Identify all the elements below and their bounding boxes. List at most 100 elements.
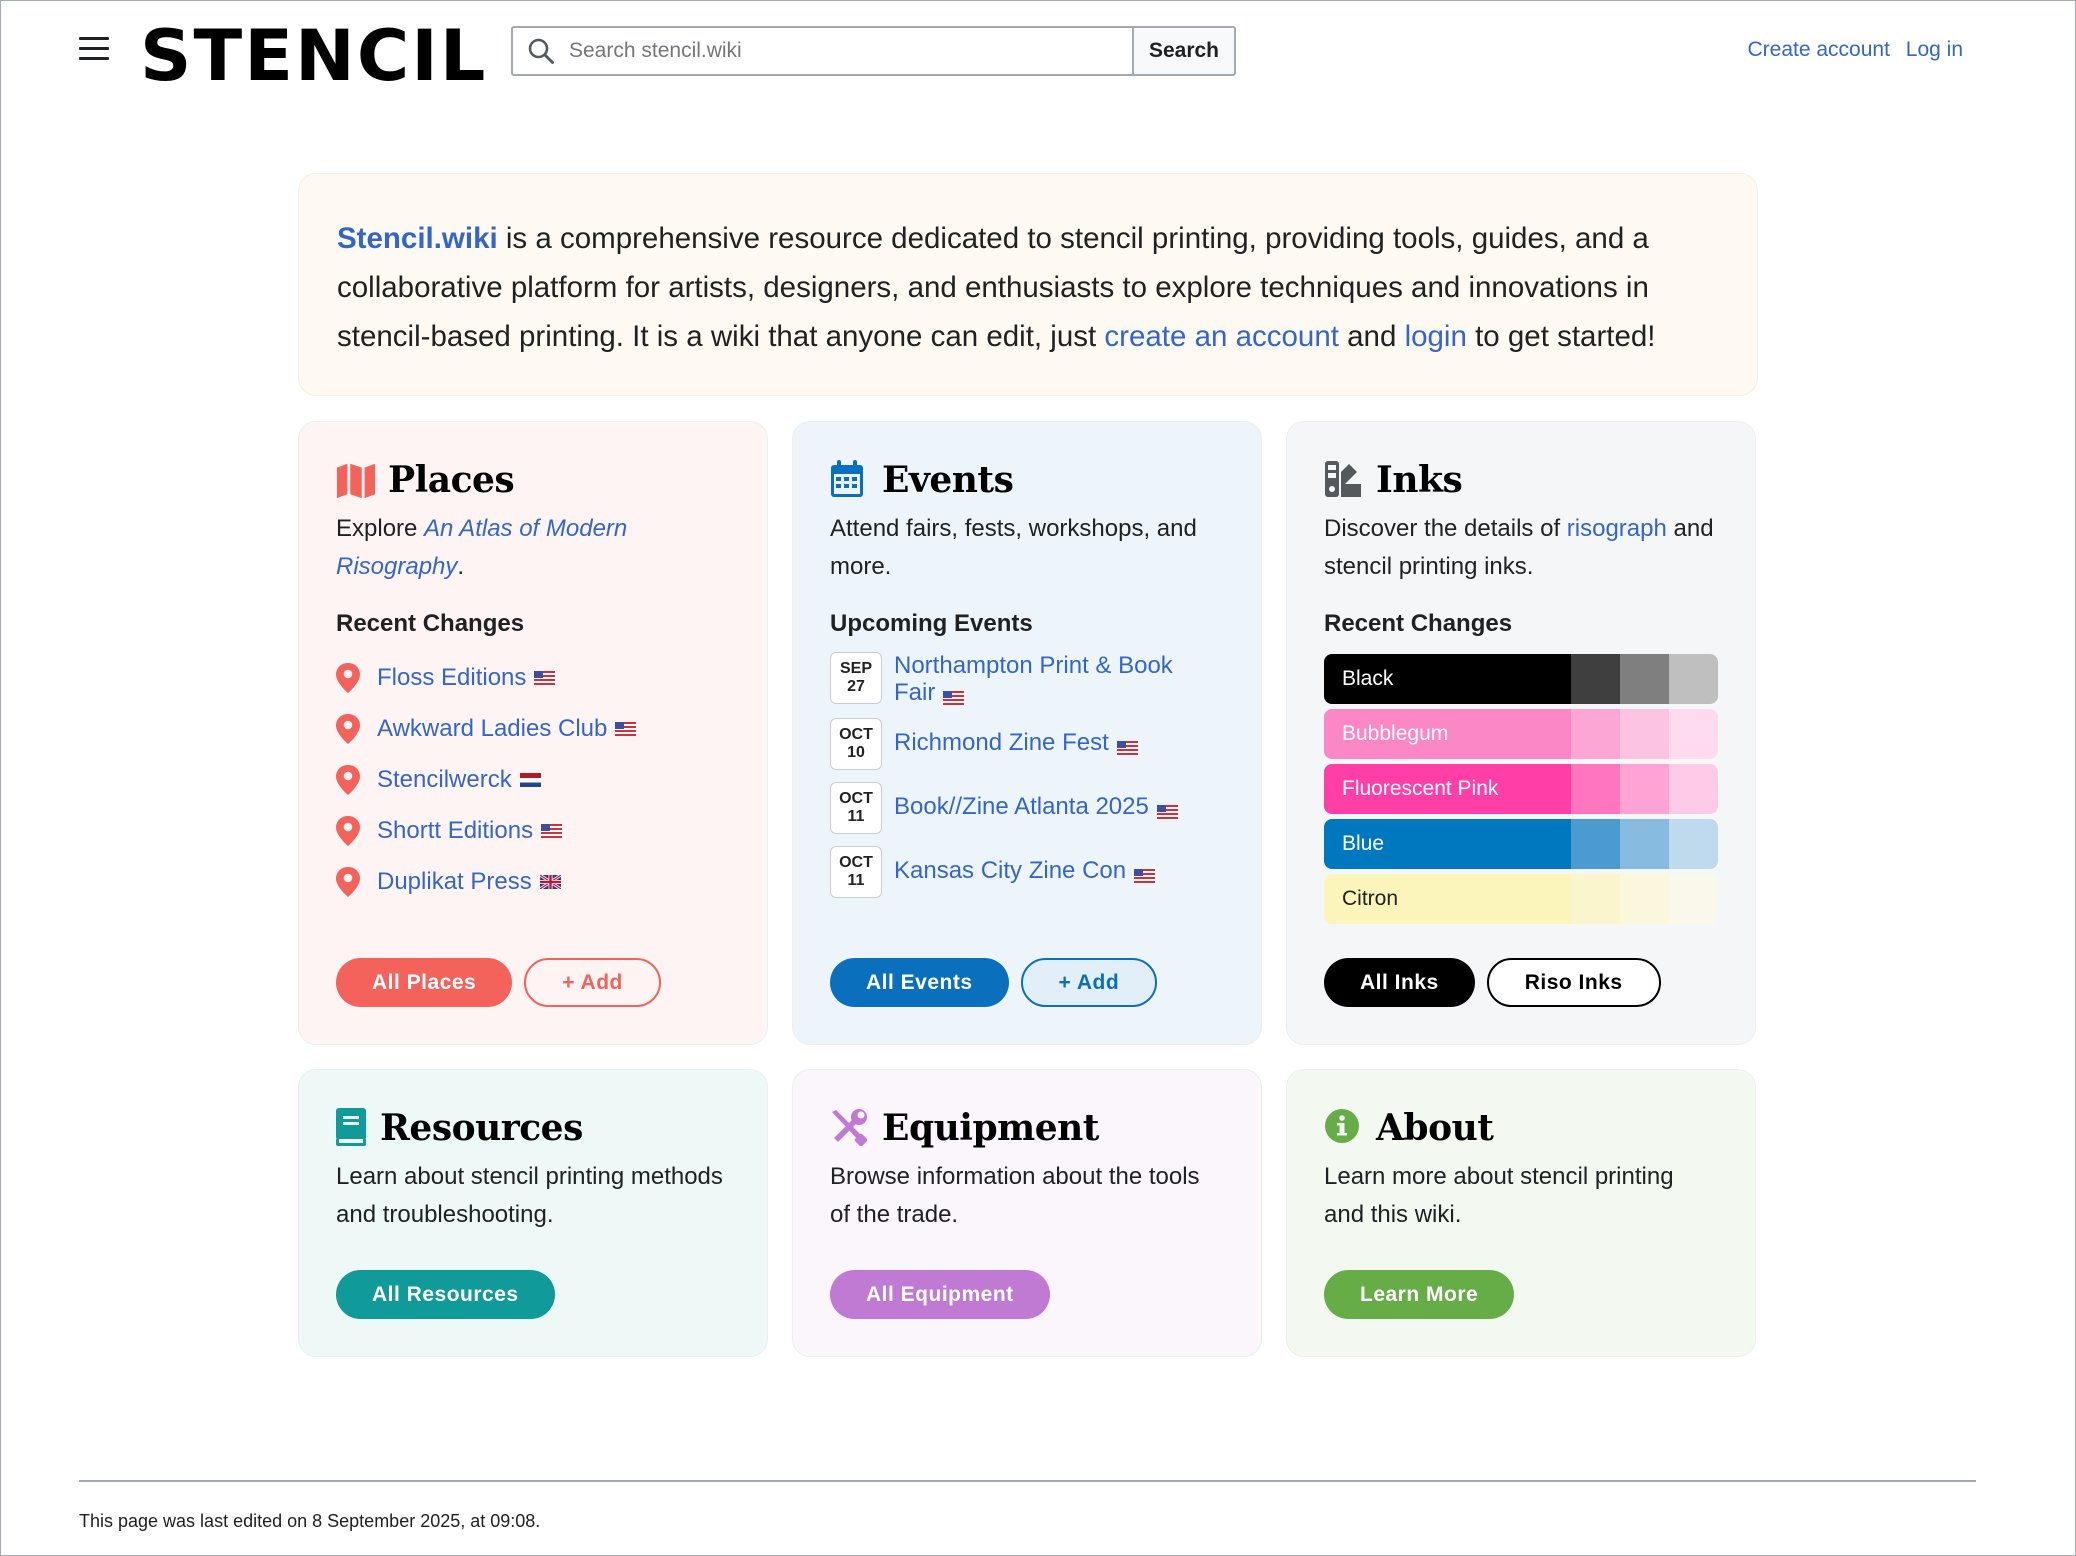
- events-description: Attend fairs, fests, workshops, and more…: [830, 515, 1197, 580]
- equipment-title: Equipment: [882, 1107, 1099, 1149]
- event-list-item: OCT 10 Richmond Zine Fest: [830, 718, 1224, 770]
- intro-banner: Stencil.wiki is a comprehensive resource…: [298, 173, 1758, 396]
- tools-icon: [830, 1108, 870, 1148]
- login-inline-link[interactable]: login: [1405, 320, 1467, 353]
- flag-us-icon: [615, 721, 637, 736]
- flag-us-icon: [1156, 801, 1178, 819]
- risograph-link[interactable]: risograph: [1567, 515, 1667, 542]
- ink-tint-swatch: [1620, 764, 1670, 814]
- inks-description: Discover the details of risograph and st…: [1324, 510, 1718, 586]
- event-link[interactable]: Book//Zine Atlanta 2025: [894, 793, 1149, 820]
- places-subheading: Recent Changes: [336, 610, 525, 637]
- login-link[interactable]: Log in: [1906, 38, 1963, 61]
- ink-name: Bubblegum: [1324, 709, 1572, 759]
- event-list-item: SEP 27 Northampton Print & Book Fair: [830, 652, 1224, 706]
- place-list-item: Awkward Ladies Club: [336, 703, 730, 754]
- resources-title: Resources: [380, 1107, 583, 1149]
- ink-name: Blue: [1324, 819, 1572, 869]
- all-equipment-button[interactable]: All Equipment: [830, 1270, 1050, 1319]
- about-buttons: Learn More: [1324, 1270, 1526, 1319]
- place-list-item: Duplikat Press: [336, 856, 730, 907]
- events-card: Events Attend fairs, fests, workshops, a…: [792, 421, 1262, 1045]
- flag-us-icon: [1116, 737, 1138, 755]
- add-event-button[interactable]: + Add: [1020, 958, 1158, 1007]
- place-list-item: Shortt Editions: [336, 805, 730, 856]
- search-input[interactable]: [569, 28, 1132, 74]
- ink-row[interactable]: Fluorescent Pink: [1324, 764, 1718, 814]
- riso-inks-button[interactable]: Riso Inks: [1486, 958, 1661, 1007]
- all-events-button[interactable]: All Events: [830, 958, 1009, 1007]
- about-card: About Learn more about stencil printing …: [1286, 1069, 1756, 1357]
- places-buttons: All Places + Add: [336, 958, 673, 1007]
- ink-name: Black: [1324, 654, 1572, 704]
- place-link[interactable]: Duplikat Press: [377, 868, 532, 896]
- all-resources-button[interactable]: All Resources: [336, 1270, 555, 1319]
- event-link[interactable]: Northampton Print & Book Fair: [894, 652, 1173, 706]
- event-month: SEP: [839, 660, 872, 677]
- ink-name: Fluorescent Pink: [1324, 764, 1572, 814]
- resources-buttons: All Resources: [336, 1270, 567, 1319]
- event-link[interactable]: Kansas City Zine Con: [894, 857, 1126, 884]
- ink-row[interactable]: Bubblegum: [1324, 709, 1718, 759]
- intro-text: and: [1338, 320, 1405, 353]
- ink-tint-swatch: [1571, 764, 1621, 814]
- ink-tint-swatch: [1571, 874, 1621, 924]
- place-link[interactable]: Shortt Editions: [377, 817, 533, 845]
- events-buttons: All Events + Add: [830, 958, 1169, 1007]
- events-list: SEP 27 Northampton Print & Book Fair OCT 10 R…: [830, 652, 1224, 898]
- flag-us-icon: [943, 687, 965, 705]
- flag-us-icon: [534, 670, 556, 685]
- swatchbook-icon: [1324, 460, 1364, 500]
- about-description: Learn more about stencil printing and th…: [1324, 1163, 1674, 1228]
- inks-subheading: Recent Changes: [1324, 610, 1513, 637]
- equipment-card: Equipment Browse information about the t…: [792, 1069, 1262, 1357]
- flag-gb-icon: [538, 873, 562, 890]
- places-title: Places: [388, 459, 515, 501]
- ink-tint-swatch: [1620, 654, 1670, 704]
- event-link[interactable]: Richmond Zine Fest: [894, 729, 1109, 756]
- place-link[interactable]: Awkward Ladies Club: [377, 715, 607, 743]
- all-places-button[interactable]: All Places: [336, 958, 513, 1007]
- ink-row[interactable]: Citron: [1324, 874, 1718, 924]
- site-logo[interactable]: STENCIL: [140, 15, 487, 97]
- event-day: 11: [847, 808, 865, 825]
- ink-tint-swatch: [1620, 709, 1670, 759]
- ink-name: Citron: [1324, 874, 1572, 924]
- ink-row[interactable]: Blue: [1324, 819, 1718, 869]
- places-description: Explore An Atlas of Modern Risography.: [336, 510, 730, 586]
- resources-heading: Resources: [336, 1104, 730, 1152]
- place-link[interactable]: Floss Editions: [377, 664, 526, 692]
- equipment-description: Browse information about the tools of th…: [830, 1163, 1200, 1228]
- place-link[interactable]: Stencilwerck: [377, 766, 512, 794]
- map-pin-icon: [336, 866, 362, 897]
- all-inks-button[interactable]: All Inks: [1324, 958, 1475, 1007]
- event-day: 10: [847, 744, 865, 761]
- map-pin-icon: [336, 764, 362, 795]
- ink-tint-swatch: [1571, 654, 1621, 704]
- ink-row[interactable]: Black: [1324, 654, 1718, 704]
- search-button[interactable]: Search: [1132, 28, 1234, 74]
- ink-tint-swatch: [1620, 874, 1670, 924]
- ink-tint-swatch: [1571, 709, 1621, 759]
- info-icon: [1324, 1108, 1364, 1148]
- learn-more-button[interactable]: Learn More: [1324, 1270, 1515, 1319]
- search-form: Search: [511, 26, 1236, 76]
- inks-title: Inks: [1376, 459, 1463, 501]
- inks-heading: Inks: [1324, 456, 1718, 504]
- ink-tint-swatch: [1571, 819, 1621, 869]
- user-links: Create account Log in: [1738, 38, 1963, 62]
- add-place-button[interactable]: + Add: [524, 958, 661, 1007]
- main-menu-button[interactable]: [79, 37, 109, 63]
- event-date-badge: OCT 11: [830, 782, 882, 834]
- brand-link[interactable]: Stencil.wiki: [337, 222, 498, 255]
- inks-desc-text: Discover the details of: [1324, 515, 1567, 542]
- ink-tint-swatch: [1669, 654, 1718, 704]
- create-account-inline-link[interactable]: create an account: [1104, 320, 1339, 353]
- about-title: About: [1376, 1107, 1494, 1149]
- create-account-link[interactable]: Create account: [1748, 38, 1890, 61]
- ink-tint-swatch: [1669, 874, 1718, 924]
- places-card: Places Explore An Atlas of Modern Risogr…: [298, 421, 768, 1045]
- footer-divider: [79, 1480, 1976, 1482]
- flag-nl-icon: [519, 772, 541, 787]
- calendar-icon: [830, 460, 870, 500]
